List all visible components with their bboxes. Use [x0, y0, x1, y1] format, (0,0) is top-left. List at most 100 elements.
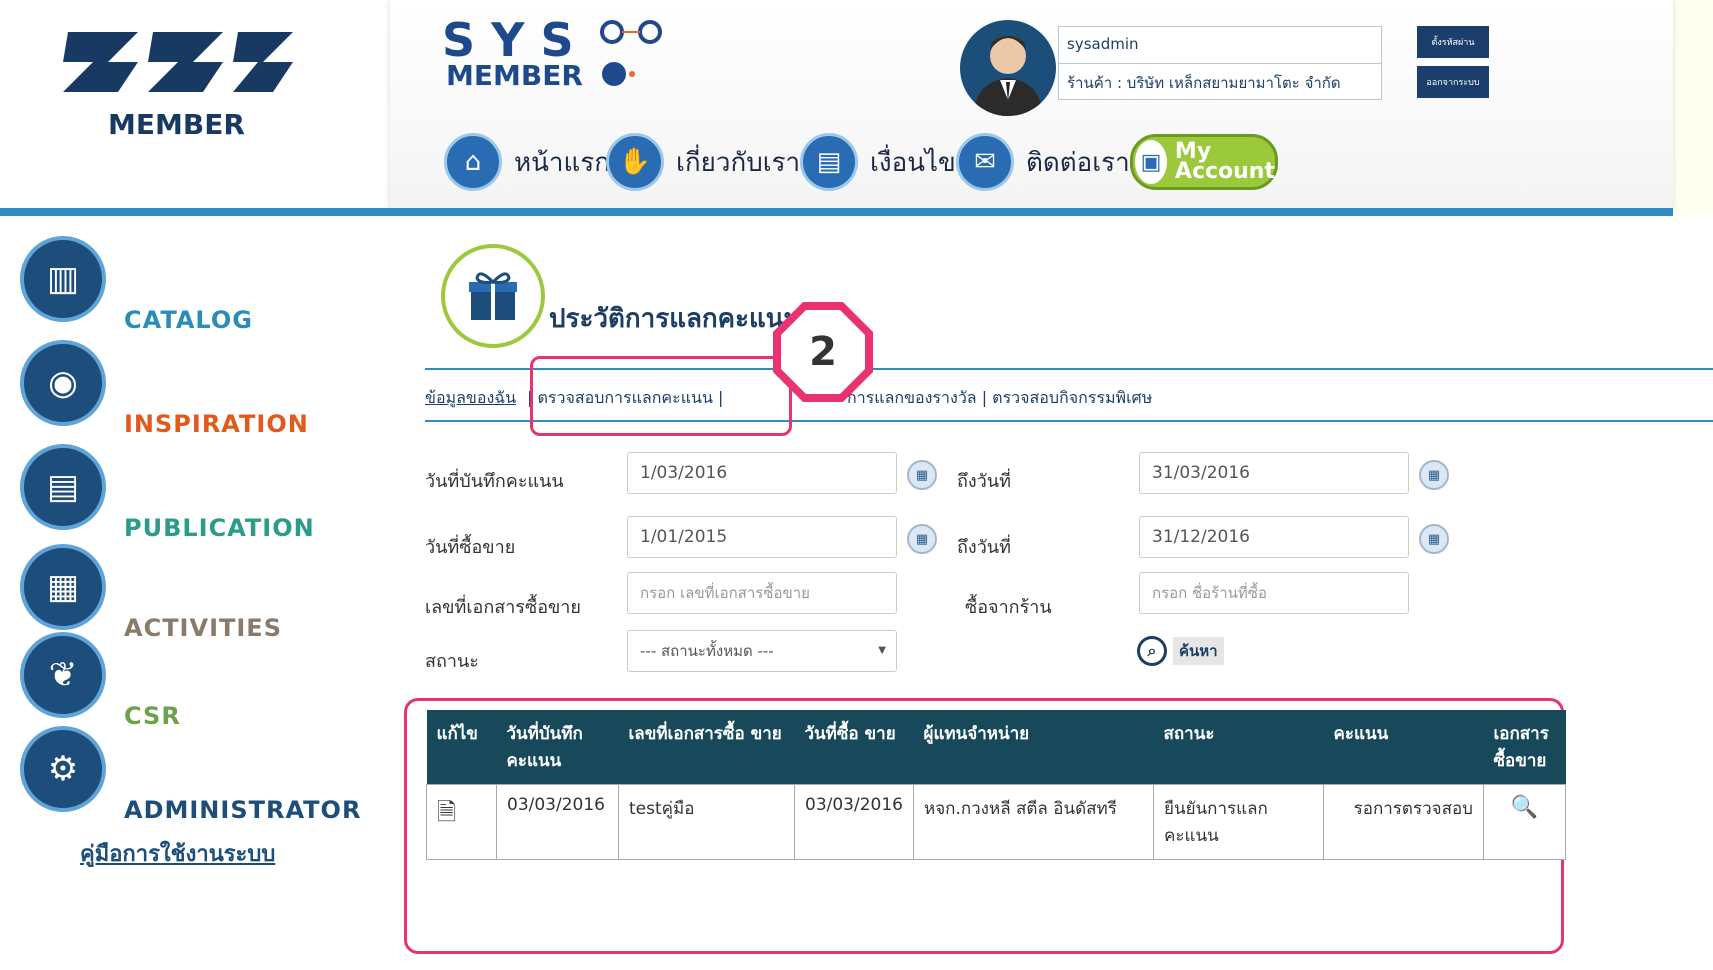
- nav-myaccount[interactable]: ▣ My Account: [1130, 134, 1278, 190]
- sidebar-item-catalog[interactable]: ▥ CATALOG: [20, 236, 253, 334]
- sidebar-item-inspiration[interactable]: ◉ INSPIRATION: [20, 340, 309, 438]
- logo-subtitle: MEMBER: [108, 108, 245, 141]
- calendar-icon[interactable]: ▦: [907, 524, 937, 554]
- callout-number: 2: [809, 329, 837, 375]
- record-date-cell: 03/03/2016: [496, 784, 619, 860]
- dealer-cell: หจก.กวงหลี สตีล อินดัสทรี: [912, 784, 1154, 860]
- col-sale-date: วันที่ซื้อ ขาย: [794, 710, 914, 785]
- myaccount-line2: Account: [1174, 159, 1275, 184]
- document-edit-icon[interactable]: 🗎: [437, 798, 456, 826]
- search-label: ค้นหา: [1173, 637, 1224, 665]
- sidebar-item-csr[interactable]: ❦ CSR: [20, 632, 181, 730]
- photos-icon: ▦: [20, 544, 106, 630]
- sale-date-to-input[interactable]: 31/12/2016: [1139, 516, 1409, 558]
- leaf-icon: ❦: [20, 632, 106, 718]
- left-logo-panel: MEMBER: [0, 0, 390, 212]
- user-info-box: sysadmin ร้านค้า : บริษัท เหล็กสยามยามาโ…: [1058, 26, 1382, 100]
- username: sysadmin: [1067, 35, 1139, 53]
- record-date-to-label: ถึงวันที่: [957, 471, 1011, 492]
- nav-contact-label: ติดต่อเรา: [1026, 147, 1130, 178]
- sale-date-to-label: ถึงวันที่: [957, 537, 1011, 558]
- book-icon: ▥: [20, 236, 106, 322]
- sidebar-item-publication[interactable]: ▤ PUBLICATION: [20, 444, 315, 542]
- col-status: สถานะ: [1153, 710, 1324, 785]
- doc-no-cell: testคู่มือ: [618, 784, 795, 860]
- nav-terms-label: เงื่อนไข: [870, 147, 956, 178]
- document-icon: ▤: [800, 133, 858, 191]
- col-record-date: วันที่บันทึก คะแนน: [496, 710, 619, 785]
- logout-button[interactable]: ออกจากระบบ: [1417, 66, 1489, 98]
- sys-logo-icon[interactable]: [58, 22, 298, 106]
- sidebar: ▥ CATALOG ◉ INSPIRATION ▤ PUBLICATION ▦ …: [0, 216, 385, 970]
- col-edit: แก้ไข: [426, 710, 497, 785]
- doc-no-input[interactable]: กรอก เลขที่เอกสารซื้อขาย: [627, 572, 897, 614]
- calendar-icon[interactable]: ▦: [1419, 524, 1449, 554]
- status-selected-value: --- สถานะทั้งหมด ---: [640, 642, 774, 660]
- avatar[interactable]: [960, 20, 1056, 116]
- account-icon: ▣: [1135, 140, 1167, 184]
- search-icon: ⌕: [1137, 636, 1167, 666]
- calendar-icon[interactable]: ▦: [1419, 460, 1449, 490]
- callout-badge: 2: [771, 300, 875, 404]
- chat-icon: ✉: [956, 133, 1014, 191]
- sidebar-item-activities[interactable]: ▦ ACTIVITIES: [20, 544, 282, 642]
- header: S Y S MEMBER sysadmin ร้านค้า : บริษัท เ…: [390, 0, 1673, 212]
- col-doc-no: เลขที่เอกสารซื้อ ขาย: [618, 710, 795, 785]
- magnifier-icon[interactable]: 🔍: [1511, 795, 1538, 820]
- header-logo-line1: S Y S: [442, 13, 574, 67]
- points-history-table: แก้ไข วันที่บันทึก คะแนน เลขที่เอกสารซื้…: [426, 710, 1567, 860]
- col-dealer: ผู้แทนจำหน่าย: [913, 710, 1154, 785]
- status-select[interactable]: --- สถานะทั้งหมด --- ▼: [627, 630, 897, 672]
- col-sale-doc: เอกสาร ซื้อขาย: [1483, 710, 1566, 785]
- handshake-icon: ✋: [606, 133, 664, 191]
- table-header-row: แก้ไข วันที่บันทึก คะแนน เลขที่เอกสารซื้…: [426, 710, 1566, 785]
- change-password-button[interactable]: ตั้งรหัสผ่าน: [1417, 26, 1489, 58]
- nav-about[interactable]: ✋ เกี่ยวกับเรา: [606, 133, 801, 191]
- sys-member-logo[interactable]: S Y S MEMBER: [442, 13, 662, 92]
- edit-cell: 🗎: [426, 784, 497, 860]
- sidebar-item-label: PUBLICATION: [124, 514, 315, 542]
- tab-rest[interactable]: การแลกของรางวัล | ตรวจสอบกิจกรรมพิเศษ: [847, 386, 1152, 411]
- manual-link[interactable]: คู่มือการใช้งานระบบ: [80, 836, 275, 871]
- gears-icon: ⚙: [20, 726, 106, 812]
- nav-terms[interactable]: ▤ เงื่อนไข: [800, 133, 956, 191]
- user-avatar-icon: [974, 36, 1042, 116]
- status-label: สถานะ: [425, 651, 479, 672]
- sidebar-item-label: CATALOG: [124, 306, 253, 334]
- calendar-icon[interactable]: ▦: [907, 460, 937, 490]
- sidebar-item-label: ADMINISTRATOR: [124, 796, 362, 824]
- nav-home-label: หน้าแรก: [514, 147, 610, 178]
- sidebar-item-label: INSPIRATION: [124, 410, 309, 438]
- sale-date-cell: 03/03/2016: [794, 784, 914, 860]
- status-cell: ยืนยันการแลก คะแนน: [1152, 784, 1324, 860]
- home-icon: ⌂: [444, 133, 502, 191]
- sale-date-label: วันที่ซื้อขาย: [425, 537, 516, 558]
- page-title: ประวัติการแลกคะแนน: [549, 304, 802, 334]
- points-cell: รอการตรวจสอบ: [1322, 784, 1484, 860]
- gift-icon: [441, 244, 545, 348]
- doc-no-label: เลขที่เอกสารซื้อขาย: [425, 597, 581, 618]
- search-button[interactable]: ⌕ ค้นหา: [1137, 636, 1224, 666]
- store-label: ร้านค้า : บริษัท เหล็กสยามยามาโตะ จำกัด: [1067, 74, 1341, 92]
- tab-my-info[interactable]: ข้อมูลของฉัน: [425, 386, 516, 411]
- chevron-down-icon: ▼: [878, 645, 886, 656]
- member-people-icon: [592, 18, 672, 92]
- record-date-to-input[interactable]: 31/03/2016: [1139, 452, 1409, 494]
- record-date-label: วันที่บันทึกคะแนน: [425, 471, 564, 492]
- nav-contact[interactable]: ✉ ติดต่อเรา: [956, 133, 1130, 191]
- bought-from-input[interactable]: กรอก ชื่อร้านที่ซื้อ: [1139, 572, 1409, 614]
- sale-date-from-input[interactable]: 1/01/2015: [627, 516, 897, 558]
- header-logo-line2: MEMBER: [446, 59, 583, 92]
- tab-highlight: [530, 356, 792, 436]
- sale-doc-cell: 🔍: [1482, 784, 1567, 860]
- bought-from-label: ซื้อจากร้าน: [965, 597, 1052, 618]
- sidebar-item-administrator[interactable]: ⚙ ADMINISTRATOR: [20, 726, 361, 824]
- col-points: คะแนน: [1323, 710, 1484, 785]
- nav-home[interactable]: ⌂ หน้าแรก: [444, 133, 610, 191]
- lightbulb-icon: ◉: [20, 340, 106, 426]
- header-divider: [0, 208, 1673, 216]
- record-date-from-input[interactable]: 1/03/2016: [627, 452, 897, 494]
- table-row: 🗎 03/03/2016 testคู่มือ 03/03/2016 หจก.ก…: [426, 784, 1567, 860]
- nav-about-label: เกี่ยวกับเรา: [676, 147, 801, 178]
- newspaper-icon: ▤: [20, 444, 106, 530]
